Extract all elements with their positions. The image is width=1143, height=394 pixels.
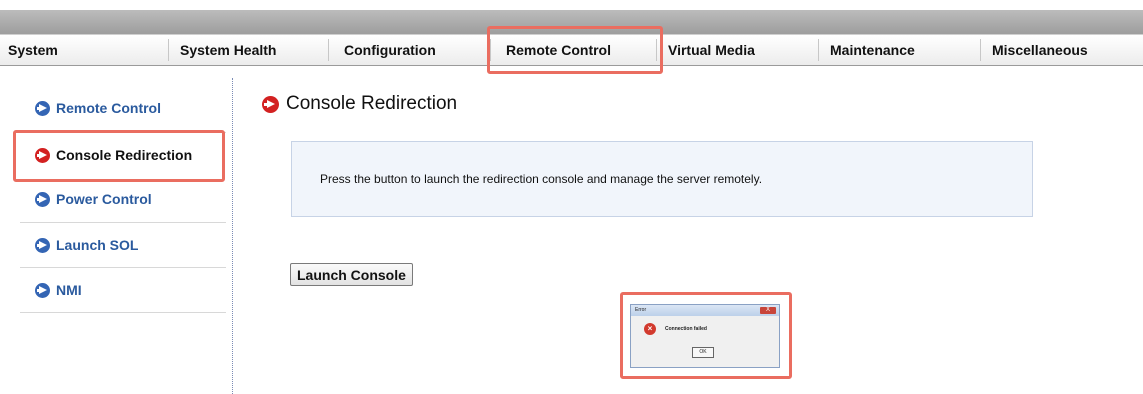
tab-miscellaneous[interactable]: Miscellaneous (992, 35, 1088, 65)
tab-separator (168, 39, 169, 61)
page-title: Console Redirection (262, 93, 457, 115)
sidebar-item-power-control[interactable]: Power Control (20, 177, 216, 221)
dialog-title: Error (635, 307, 647, 313)
page-title-text: Console Redirection (286, 93, 458, 114)
dialog-message: Connection failed (665, 326, 707, 332)
sidebar-item-label: Power Control (56, 191, 152, 207)
tab-system-health[interactable]: System Health (180, 35, 276, 65)
tab-system[interactable]: System (8, 35, 58, 65)
sidebar-item-label: Console Redirection (56, 147, 193, 163)
main-nav: System System Health Configuration Remot… (0, 34, 1143, 66)
error-icon: × (644, 323, 656, 335)
sidebar-item-console-redirection[interactable]: Console Redirection (20, 133, 216, 177)
sidebar-item-label: Remote Control (56, 100, 161, 116)
arrow-right-circle-icon (35, 191, 50, 207)
sidebar-divider-line (20, 312, 226, 313)
sidebar-item-remote-control[interactable]: Remote Control (20, 86, 216, 130)
arrow-right-circle-red-icon (262, 95, 279, 113)
sidebar-item-label: Launch SOL (56, 237, 139, 253)
tab-separator (980, 39, 981, 61)
tab-separator (818, 39, 819, 61)
arrow-right-circle-icon (35, 100, 50, 116)
info-text: Press the button to launch the redirecti… (320, 172, 763, 186)
arrow-right-circle-icon (35, 282, 50, 298)
dialog-ok-button[interactable]: OK (692, 347, 714, 358)
sidebar-item-nmi[interactable]: NMI (20, 268, 216, 312)
error-dialog: Error X × Connection failed OK (630, 304, 780, 368)
sidebar-item-launch-sol[interactable]: Launch SOL (20, 223, 216, 267)
arrow-right-circle-red-icon (35, 147, 50, 163)
arrow-right-circle-icon (35, 237, 50, 253)
tab-configuration[interactable]: Configuration (344, 35, 436, 65)
close-icon[interactable]: X (760, 307, 776, 314)
tab-virtual-media[interactable]: Virtual Media (668, 35, 755, 65)
tab-maintenance[interactable]: Maintenance (830, 35, 915, 65)
info-box: Press the button to launch the redirecti… (291, 141, 1033, 217)
tab-remote-control[interactable]: Remote Control (506, 35, 611, 65)
launch-console-button[interactable]: Launch Console (290, 263, 413, 286)
sidebar-dotted-divider (232, 78, 233, 394)
tab-separator (328, 39, 329, 61)
tab-separator (656, 39, 657, 61)
tab-separator (490, 39, 491, 61)
dialog-titlebar: Error X (631, 305, 779, 316)
top-banner (0, 10, 1143, 34)
sidebar-item-label: NMI (56, 282, 82, 298)
